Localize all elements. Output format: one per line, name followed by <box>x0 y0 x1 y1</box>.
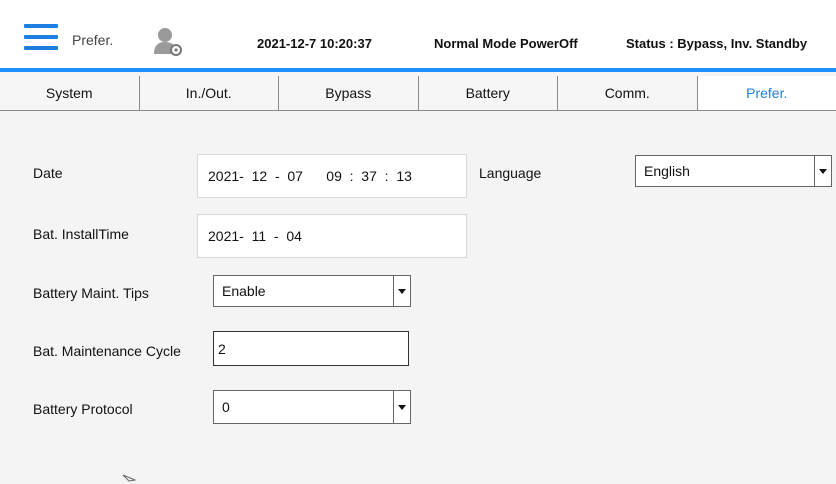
user-settings-icon[interactable] <box>154 26 182 56</box>
date-field[interactable]: 2021- 12 - 07 09 : 37 : 13 <box>197 154 467 198</box>
install-time-label: Bat. InstallTime <box>33 226 129 242</box>
language-label: Language <box>479 165 542 181</box>
tab-bypass[interactable]: Bypass <box>279 76 419 110</box>
tab-system[interactable]: System <box>0 76 140 110</box>
tab-in-out[interactable]: In./Out. <box>139 76 279 110</box>
status-display: Status : Bypass, Inv. Standby <box>626 36 808 51</box>
maint-tips-value: Enable <box>222 283 266 299</box>
protocol-value: 0 <box>222 399 230 415</box>
install-time-field[interactable]: 2021- 11 - 04 <box>197 214 467 258</box>
cursor-icon <box>122 474 136 482</box>
tab-prefer[interactable]: Prefer. <box>697 76 836 110</box>
tab-battery[interactable]: Battery <box>418 76 558 110</box>
date-label: Date <box>33 165 63 181</box>
dropdown-arrow-icon[interactable] <box>393 391 410 423</box>
dropdown-arrow-icon[interactable] <box>814 156 831 186</box>
dropdown-arrow-icon[interactable] <box>393 276 410 306</box>
page-title: Prefer. <box>72 32 114 48</box>
language-select[interactable]: English <box>635 155 832 187</box>
language-value: English <box>644 163 690 179</box>
protocol-label: Battery Protocol <box>33 401 133 417</box>
datetime-display: 2021-12-7 10:20:37 <box>257 36 372 51</box>
mode-display: Normal Mode PowerOff <box>434 36 578 51</box>
maint-cycle-label: Bat. Maintenance Cycle <box>33 343 181 359</box>
maint-cycle-input[interactable]: 2 <box>213 331 409 366</box>
tab-comm[interactable]: Comm. <box>558 76 698 110</box>
maint-tips-label: Battery Maint. Tips <box>33 285 149 301</box>
top-bar: Prefer. 2021-12-7 10:20:37 Normal Mode P… <box>0 0 836 72</box>
protocol-select[interactable]: 0 <box>213 390 411 424</box>
tab-bar: System In./Out. Bypass Battery Comm. Pre… <box>0 76 836 111</box>
maint-tips-select[interactable]: Enable <box>213 275 411 307</box>
menu-icon[interactable] <box>24 24 58 50</box>
